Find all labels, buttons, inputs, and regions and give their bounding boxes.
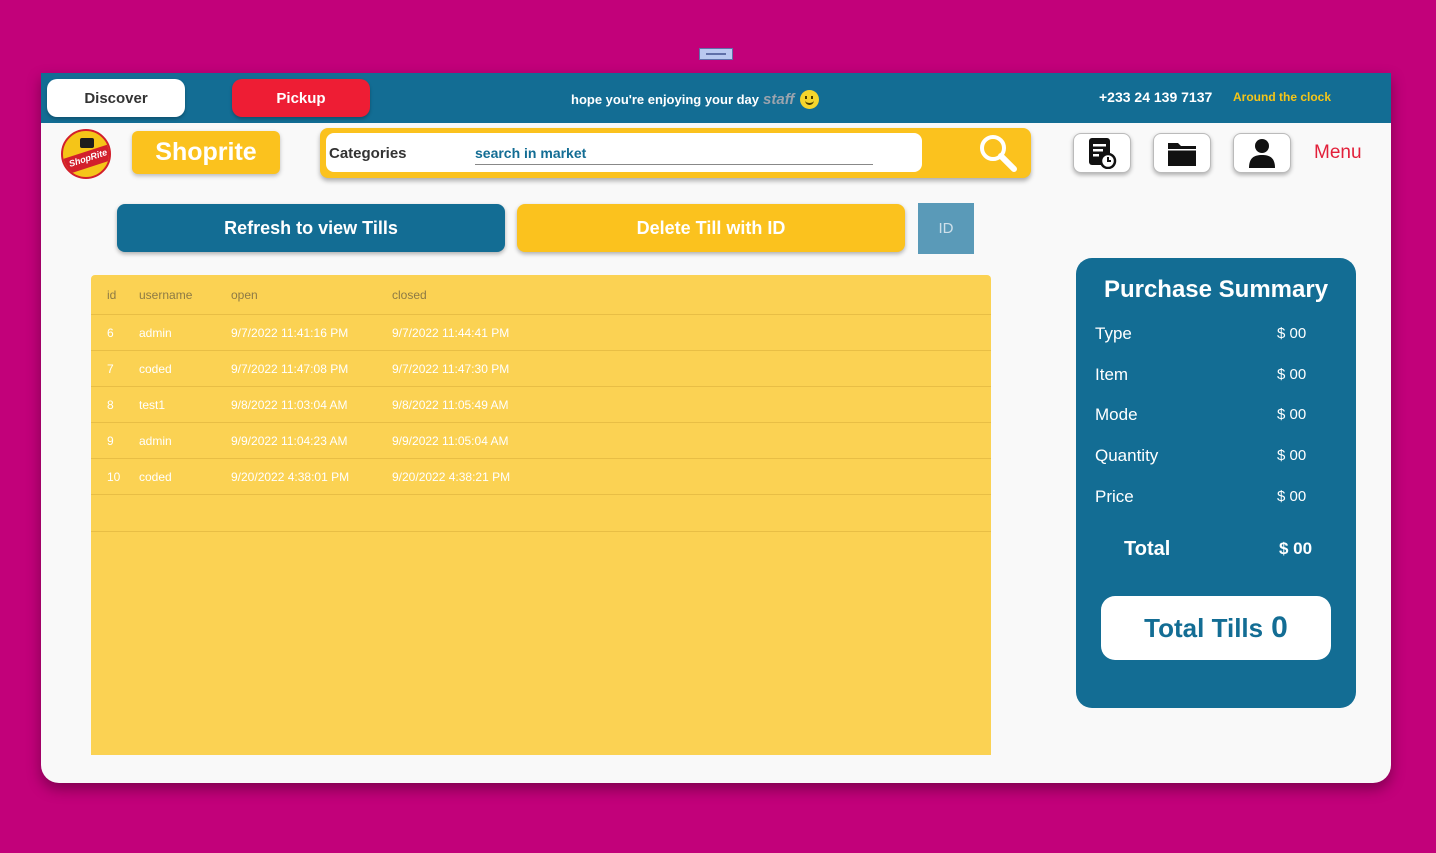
column-header-username[interactable]: username — [138, 275, 230, 315]
total-tills-box: Total Tills 0 — [1101, 596, 1331, 660]
summary-value: $ 00 — [1277, 447, 1307, 464]
summary-row-item: Item $ 00 — [1095, 365, 1315, 385]
refresh-tills-button[interactable]: Refresh to view Tills — [117, 204, 505, 252]
table-row[interactable]: 6 admin 9/7/2022 11:41:16 PM 9/7/2022 11… — [91, 314, 991, 351]
tills-table: id username open closed 6 admin 9/7/2022… — [91, 275, 991, 755]
cell-closed: 9/20/2022 4:38:21 PM — [391, 458, 991, 495]
purchase-summary-panel: Purchase Summary Type $ 00 Item $ 00 Mod… — [1076, 258, 1356, 708]
cell-open: 9/7/2022 11:41:16 PM — [230, 314, 391, 351]
cell-open: 9/20/2022 4:38:01 PM — [230, 458, 391, 495]
search-icon — [980, 135, 1017, 172]
table-row[interactable]: 7 coded 9/7/2022 11:47:08 PM 9/7/2022 11… — [91, 350, 991, 387]
summary-row-quantity: Quantity $ 00 — [1095, 446, 1315, 466]
cell-id: 10 — [91, 458, 138, 495]
tills-grid: id username open closed 6 admin 9/7/2022… — [91, 275, 991, 532]
total-tills-label: Total Tills — [1144, 612, 1264, 643]
phone-number: +233 24 139 7137 — [1099, 89, 1213, 105]
cell-empty — [230, 494, 391, 532]
cell-username: admin — [138, 422, 230, 459]
greeting-text: hope you're enjoying your day — [571, 91, 760, 107]
summary-value: $ 00 — [1277, 366, 1307, 383]
profile-button[interactable] — [1233, 133, 1291, 173]
folder-icon — [1168, 143, 1196, 166]
table-row[interactable]: 9 admin 9/9/2022 11:04:23 AM 9/9/2022 11… — [91, 422, 991, 459]
table-row[interactable]: 8 test1 9/8/2022 11:03:04 AM 9/8/2022 11… — [91, 386, 991, 423]
search-field-container: Categories — [326, 133, 922, 172]
summary-label: Mode — [1095, 405, 1138, 424]
cell-closed: 9/7/2022 11:47:30 PM — [391, 350, 991, 387]
pickup-button[interactable]: Pickup — [232, 79, 370, 117]
cell-closed: 9/9/2022 11:05:04 AM — [391, 422, 991, 459]
cell-id: 7 — [91, 350, 138, 387]
summary-total-label: Total — [1124, 538, 1171, 560]
shoprite-logo[interactable]: ShopRite — [61, 129, 111, 179]
report-history-icon — [1089, 138, 1117, 169]
cell-open: 9/7/2022 11:47:08 PM — [230, 350, 391, 387]
summary-value: $ 00 — [1277, 406, 1307, 423]
cell-empty — [391, 494, 991, 532]
column-header-closed[interactable]: closed — [391, 275, 991, 315]
summary-row-mode: Mode $ 00 — [1095, 405, 1315, 425]
total-tills-count: 0 — [1271, 611, 1288, 644]
cell-closed: 9/7/2022 11:44:41 PM — [391, 314, 991, 351]
column-header-id[interactable]: id — [91, 275, 138, 315]
folder-button[interactable] — [1153, 133, 1211, 173]
table-header-row: id username open closed — [91, 275, 991, 315]
window-drag-handle[interactable] — [699, 48, 733, 60]
summary-row-type: Type $ 00 — [1095, 324, 1315, 344]
cell-id: 6 — [91, 314, 138, 351]
search-input[interactable] — [475, 142, 873, 165]
cell-empty — [138, 494, 230, 532]
cell-open: 9/8/2022 11:03:04 AM — [230, 386, 391, 423]
cell-username: test1 — [138, 386, 230, 423]
cell-username: coded — [138, 350, 230, 387]
cell-closed: 9/8/2022 11:05:49 AM — [391, 386, 991, 423]
cell-id: 8 — [91, 386, 138, 423]
user-icon — [1249, 139, 1275, 168]
discover-button[interactable]: Discover — [47, 79, 185, 117]
till-id-input[interactable] — [918, 203, 974, 254]
cell-empty — [91, 494, 138, 532]
greeting-role: staff — [763, 90, 795, 108]
cart-icon — [80, 138, 94, 148]
summary-label: Item — [1095, 365, 1129, 384]
search-bar: Categories — [320, 128, 1031, 178]
column-header-open[interactable]: open — [230, 275, 391, 315]
summary-label: Type — [1095, 324, 1132, 343]
search-button[interactable] — [976, 132, 1020, 174]
availability-text: Around the clock — [1233, 90, 1332, 104]
categories-dropdown[interactable]: Categories — [329, 145, 407, 162]
cell-username: coded — [138, 458, 230, 495]
report-history-button[interactable] — [1073, 133, 1131, 173]
top-bar: Discover Pickup hope you're enjoying you… — [41, 73, 1391, 123]
cell-username: admin — [138, 314, 230, 351]
summary-value: $ 00 — [1277, 488, 1307, 505]
summary-total-value: $ 00 — [1279, 539, 1313, 558]
menu-link[interactable]: Menu — [1314, 142, 1362, 164]
summary-title: Purchase Summary — [1103, 276, 1329, 303]
table-row-new[interactable] — [91, 494, 991, 532]
delete-till-button[interactable]: Delete Till with ID — [517, 204, 905, 252]
table-row[interactable]: 10 coded 9/20/2022 4:38:01 PM 9/20/2022 … — [91, 458, 991, 495]
summary-label: Price — [1095, 487, 1134, 506]
summary-row-price: Price $ 00 — [1095, 487, 1315, 507]
cell-open: 9/9/2022 11:04:23 AM — [230, 422, 391, 459]
app-window: Discover Pickup hope you're enjoying you… — [41, 73, 1391, 783]
smiley-icon — [800, 89, 820, 109]
summary-label: Quantity — [1095, 446, 1159, 465]
greeting-message: hope you're enjoying your day staff — [571, 87, 820, 111]
brand-name[interactable]: Shoprite — [132, 131, 280, 174]
cell-id: 9 — [91, 422, 138, 459]
summary-value: $ 00 — [1277, 325, 1307, 342]
